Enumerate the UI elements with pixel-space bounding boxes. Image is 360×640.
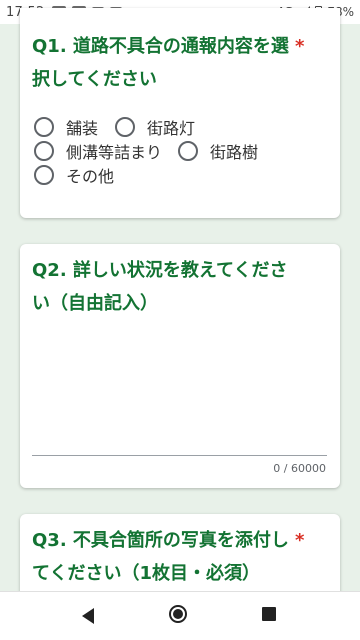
q3-title-line2: てください（1枚目・必須）: [32, 563, 260, 584]
required-mark: *: [294, 36, 305, 57]
answer-underline: [32, 455, 327, 456]
home-icon[interactable]: [169, 605, 187, 623]
option-label: 街路樹: [210, 143, 259, 162]
character-counter: 0 / 60000: [273, 462, 326, 475]
option-streetlight[interactable]: 街路灯: [115, 115, 195, 139]
radio-button[interactable]: [34, 141, 54, 161]
q1-title-line2: 択してください: [32, 69, 157, 90]
question-card-q2: Q2. 詳しい状況を教えてくださ い（自由記入） 0 / 60000: [20, 244, 340, 488]
question-card-q1: Q1. 道路不具合の通報内容を選 * 択してください 舗装 街路灯 側溝等詰まり …: [20, 8, 340, 218]
required-mark: *: [294, 530, 305, 551]
q2-title-line1: Q2. 詳しい状況を教えてくださ: [32, 260, 288, 281]
recent-apps-icon[interactable]: [262, 607, 276, 621]
option-label: 街路灯: [147, 119, 196, 138]
q2-title: Q2. 詳しい状況を教えてくださ い（自由記入）: [32, 254, 332, 320]
option-label: 舗装: [66, 119, 99, 138]
q3-title-line1: Q3. 不具合箇所の写真を添付し: [32, 530, 289, 551]
back-icon[interactable]: [82, 608, 94, 624]
q2-title-line2: い（自由記入）: [32, 293, 158, 314]
navigation-bar: [0, 591, 360, 640]
free-text-answer-field[interactable]: [32, 354, 327, 454]
option-label: 側溝等詰まり: [66, 143, 163, 162]
q1-title-line1: Q1. 道路不具合の通報内容を選: [32, 36, 289, 57]
radio-button[interactable]: [34, 165, 54, 185]
option-gutter-clog[interactable]: 側溝等詰まり: [34, 139, 162, 163]
q1-title: Q1. 道路不具合の通報内容を選 * 択してください: [32, 30, 332, 96]
radio-button[interactable]: [34, 117, 54, 137]
option-street-tree[interactable]: 街路樹: [178, 139, 258, 163]
q3-title: Q3. 不具合箇所の写真を添付し * てください（1枚目・必須）: [32, 524, 332, 590]
radio-button[interactable]: [178, 141, 198, 161]
option-pavement[interactable]: 舗装: [34, 115, 98, 139]
radio-button[interactable]: [115, 117, 135, 137]
option-label: その他: [66, 167, 115, 186]
option-other[interactable]: その他: [34, 163, 114, 187]
